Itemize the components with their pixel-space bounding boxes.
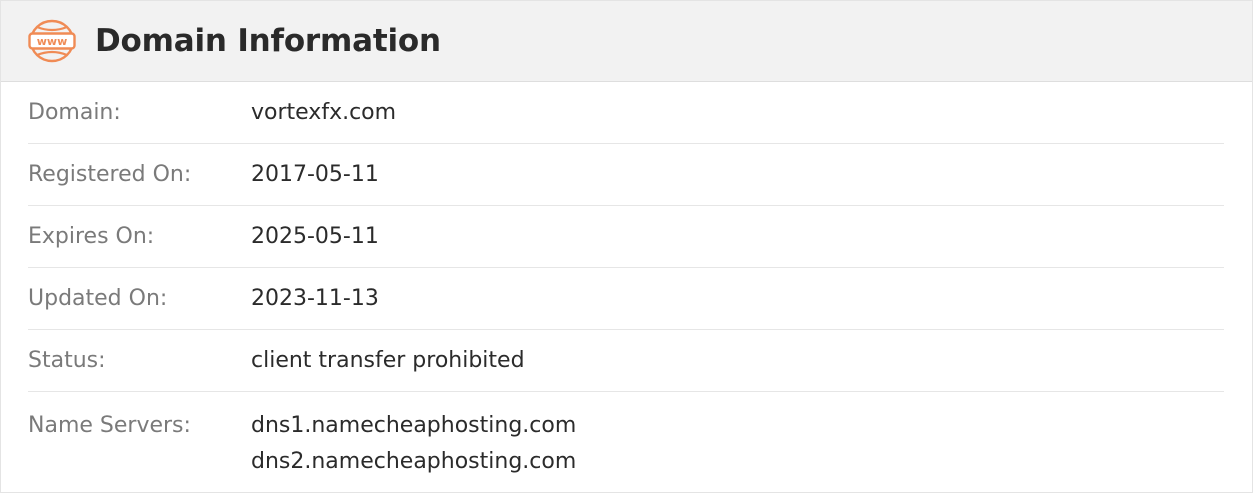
row-expires-on: Expires On: 2025-05-11 xyxy=(28,206,1224,268)
row-registered-on: Registered On: 2017-05-11 xyxy=(28,144,1224,206)
name-server-2: dns2.namecheaphosting.com xyxy=(251,449,577,474)
domain-value: vortexfx.com xyxy=(251,100,397,125)
row-updated-on: Updated On: 2023-11-13 xyxy=(28,268,1224,330)
expires-on-value: 2025-05-11 xyxy=(251,224,379,249)
status-label: Status: xyxy=(28,348,106,373)
name-server-1: dns1.namecheaphosting.com xyxy=(251,413,577,438)
name-servers-label: Name Servers: xyxy=(28,413,191,438)
status-value: client transfer prohibited xyxy=(251,348,525,373)
row-domain: Domain: vortexfx.com xyxy=(28,82,1224,144)
domain-info-list: Domain: vortexfx.com Registered On: 2017… xyxy=(1,82,1252,488)
domain-information-card: www Domain Information Domain: vortexfx.… xyxy=(0,0,1253,493)
updated-on-value: 2023-11-13 xyxy=(251,286,379,311)
registered-on-value: 2017-05-11 xyxy=(251,162,379,187)
registered-on-label: Registered On: xyxy=(28,162,192,187)
row-name-servers: Name Servers: dns1.namecheaphosting.com … xyxy=(28,392,1224,488)
row-status: Status: client transfer prohibited xyxy=(28,330,1224,392)
www-icon-text: www xyxy=(37,35,68,48)
card-header: www Domain Information xyxy=(1,1,1252,82)
www-globe-icon: www xyxy=(28,19,76,63)
page-title: Domain Information xyxy=(95,23,441,59)
domain-label: Domain: xyxy=(28,100,121,125)
name-servers-values: dns1.namecheaphosting.com dns2.namecheap… xyxy=(251,408,576,480)
expires-on-label: Expires On: xyxy=(28,224,155,249)
updated-on-label: Updated On: xyxy=(28,286,168,311)
